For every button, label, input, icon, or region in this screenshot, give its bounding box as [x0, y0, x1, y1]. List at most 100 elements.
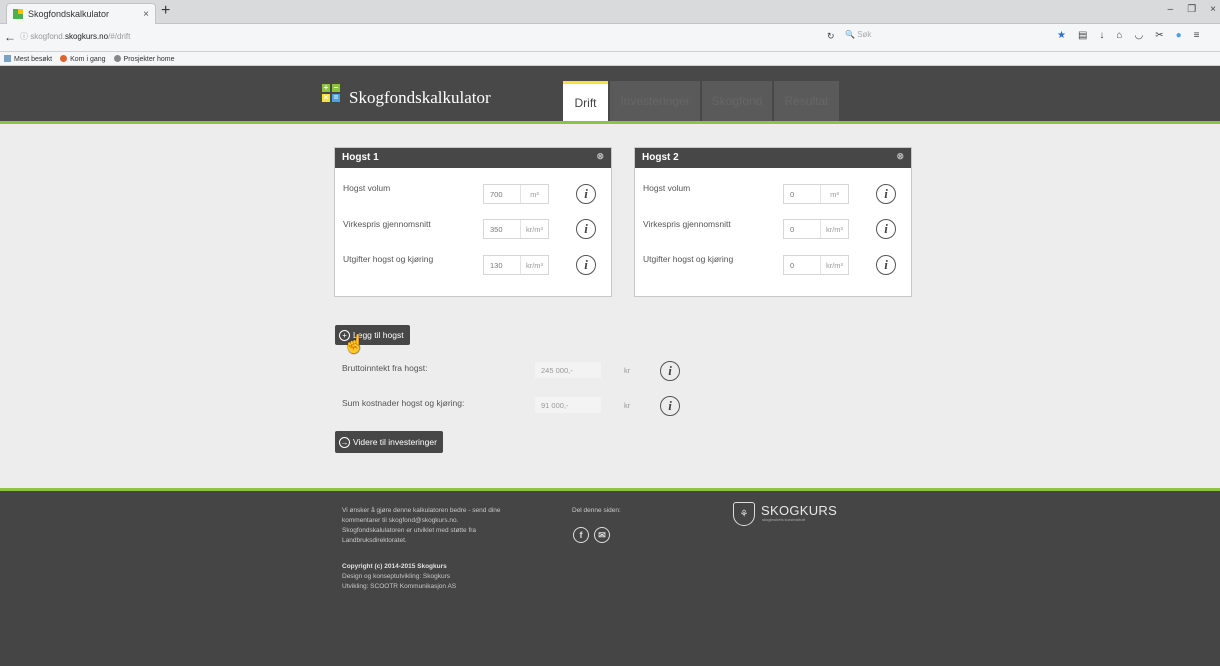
info-icon[interactable]: i — [576, 219, 596, 239]
card-header: Hogst 1 ⊗ — [335, 148, 611, 168]
favicon-icon — [13, 9, 23, 19]
field-label: Utgifter hogst og kjøring — [343, 254, 434, 264]
field-value: 0 — [790, 189, 795, 199]
field-value: 130 — [490, 260, 503, 270]
summary-label: Bruttoinntekt fra hogst: — [342, 363, 428, 373]
hogst-volum-input[interactable]: 700 m³ — [483, 184, 549, 204]
logo-plus: + — [322, 83, 330, 92]
footer-line[interactable]: kommentarer til skogfond@skogkurs.no. — [342, 516, 501, 526]
bookmark-item[interactable]: Mest besøkt — [4, 55, 52, 63]
utgifter-input[interactable]: 130 kr/m³ — [483, 255, 549, 275]
virkespris-input[interactable]: 350 kr/m³ — [483, 219, 549, 239]
header-accent-line — [0, 121, 1220, 124]
field-unit: kr/m³ — [520, 256, 548, 274]
info-icon[interactable]: i — [876, 219, 896, 239]
summary-unit: kr — [624, 366, 631, 375]
next-investeringer-button[interactable]: → Videre til investeringer — [335, 431, 443, 453]
back-arrow-icon[interactable]: ← — [4, 30, 16, 44]
bruttoinntekt-value: 245 000,- — [535, 362, 601, 378]
card-title: Hogst 2 — [642, 152, 679, 163]
hogst-2-card: Hogst 2 ⊗ Hogst volum 0 m³ i Virkespris g… — [634, 147, 912, 297]
footer-credit-line: Utvikling: SCOOTR Kommunikasjon AS — [342, 583, 457, 590]
info-icon[interactable]: i — [576, 255, 596, 275]
url-bar[interactable]: ⓘ skogfond.skogkurs.no/#/drift — [20, 31, 130, 42]
footer-copyright: Copyright (c) 2014-2015 Skogkurs — [342, 563, 447, 570]
url-path: /#/drift — [108, 32, 131, 41]
toolbar-icons: ★ ▤ ↓ ⌂ ◡ ✂ ● ≡ — [1057, 30, 1199, 41]
sum-kostnader-value: 91 000,- — [535, 397, 601, 413]
button-label: Videre til investeringer — [353, 437, 437, 447]
summary-label: Sum kostnader hogst og kjøring: — [342, 398, 465, 408]
brand-name[interactable]: SKOGKURS — [761, 503, 837, 518]
clipboard-icon[interactable]: ▤ — [1078, 30, 1087, 41]
tab-investeringer[interactable]: Investeringer — [610, 81, 700, 121]
share-label: Del denne siden: — [572, 507, 621, 514]
bookmark-item[interactable]: Prosjekter home — [114, 55, 175, 63]
minimize-button[interactable]: – — [1168, 4, 1174, 15]
tab-skogfond[interactable]: Skogfond — [702, 81, 772, 121]
footer-line: Skogfondskalulatoren er utviklet med stø… — [342, 527, 477, 534]
remove-card-icon[interactable]: ⊗ — [896, 151, 904, 162]
hogst-1-card: Hogst 1 ⊗ Hogst volum 700 m³ i Virkespris… — [334, 147, 612, 297]
field-value: 0 — [790, 260, 795, 270]
field-label: Virkespris gjennomsnitt — [643, 219, 731, 229]
field-label: Hogst volum — [343, 183, 391, 193]
tab-resultat[interactable]: Resultat — [774, 81, 839, 121]
footer-accent-line — [0, 488, 1220, 491]
reload-icon[interactable]: ↻ — [827, 31, 835, 42]
browser-tab[interactable]: Skogfondskalkulator × — [6, 3, 156, 24]
field-label: Utgifter hogst og kjøring — [643, 254, 734, 264]
info-icon[interactable]: i — [576, 184, 596, 204]
site-title: Skogfondskalkulator — [349, 88, 491, 107]
home-icon[interactable]: ⌂ — [1116, 30, 1122, 41]
info-icon[interactable]: i — [876, 255, 896, 275]
field-unit: kr/m³ — [820, 256, 848, 274]
screenshot-icon[interactable]: ✂ — [1155, 30, 1163, 41]
browser-nav-bar: ← ⓘ skogfond.skogkurs.no/#/drift ↻ 🔍 Søk… — [0, 24, 1220, 52]
window-controls: – ❐ × — [1168, 4, 1216, 15]
utgifter-input[interactable]: 0 kr/m³ — [783, 255, 849, 275]
footer-credits: Copyright (c) 2014-2015 Skogkurs Design … — [342, 562, 456, 592]
info-icon[interactable]: i — [660, 361, 680, 381]
email-icon[interactable]: ✉ — [594, 527, 610, 543]
field-label: Hogst volum — [643, 183, 691, 193]
new-tab-button[interactable]: + — [161, 3, 170, 19]
tab-title: Skogfondskalkulator — [28, 9, 110, 19]
facebook-icon[interactable]: f — [573, 527, 589, 543]
card-header: Hogst 2 ⊗ — [635, 148, 911, 168]
remove-card-icon[interactable]: ⊗ — [596, 151, 604, 162]
browser-tab-bar: Skogfondskalkulator × + – ❐ × — [0, 0, 1220, 24]
pocket-icon[interactable]: ◡ — [1134, 30, 1143, 41]
url-host: skogkurs.no — [64, 32, 109, 41]
field-unit: m³ — [820, 185, 848, 203]
tab-drift[interactable]: Drift — [563, 81, 608, 121]
hogst-volum-input[interactable]: 0 m³ — [783, 184, 849, 204]
field-unit: kr/m³ — [820, 220, 848, 238]
bookmark-star-icon[interactable]: ★ — [1057, 30, 1066, 41]
virkespris-input[interactable]: 0 kr/m³ — [783, 219, 849, 239]
bookmark-item[interactable]: Kom i gang — [60, 55, 105, 63]
field-value: 700 — [490, 189, 503, 199]
menu-icon[interactable]: ≡ — [1194, 30, 1200, 41]
footer-feedback-text: Vi ønsker å gjøre denne kalkulatoren bed… — [342, 506, 501, 546]
field-value: 0 — [790, 224, 795, 234]
download-icon[interactable]: ↓ — [1099, 30, 1104, 41]
logo-times: × — [322, 93, 330, 102]
arrow-circle-icon: → — [339, 436, 350, 448]
maximize-button[interactable]: ❐ — [1187, 4, 1196, 15]
skogkurs-logo-icon: ⚘ — [733, 502, 755, 526]
footer-credit-line: Design og konseptutvikling: Skogkurs — [342, 573, 451, 580]
logo-equals: = — [332, 93, 340, 102]
summary-unit: kr — [624, 401, 631, 410]
search-box[interactable]: 🔍 Søk — [845, 30, 871, 39]
info-icon[interactable]: i — [876, 184, 896, 204]
close-window-button[interactable]: × — [1210, 4, 1216, 15]
card-title: Hogst 1 — [342, 152, 379, 163]
info-icon[interactable]: i — [660, 396, 680, 416]
field-label: Virkespris gjennomsnitt — [343, 219, 431, 229]
extension-icon[interactable]: ● — [1176, 30, 1182, 41]
search-placeholder: Søk — [857, 30, 872, 39]
logo-minus: – — [332, 83, 340, 92]
tab-close-icon[interactable]: × — [143, 9, 149, 20]
field-unit: m³ — [520, 185, 548, 203]
